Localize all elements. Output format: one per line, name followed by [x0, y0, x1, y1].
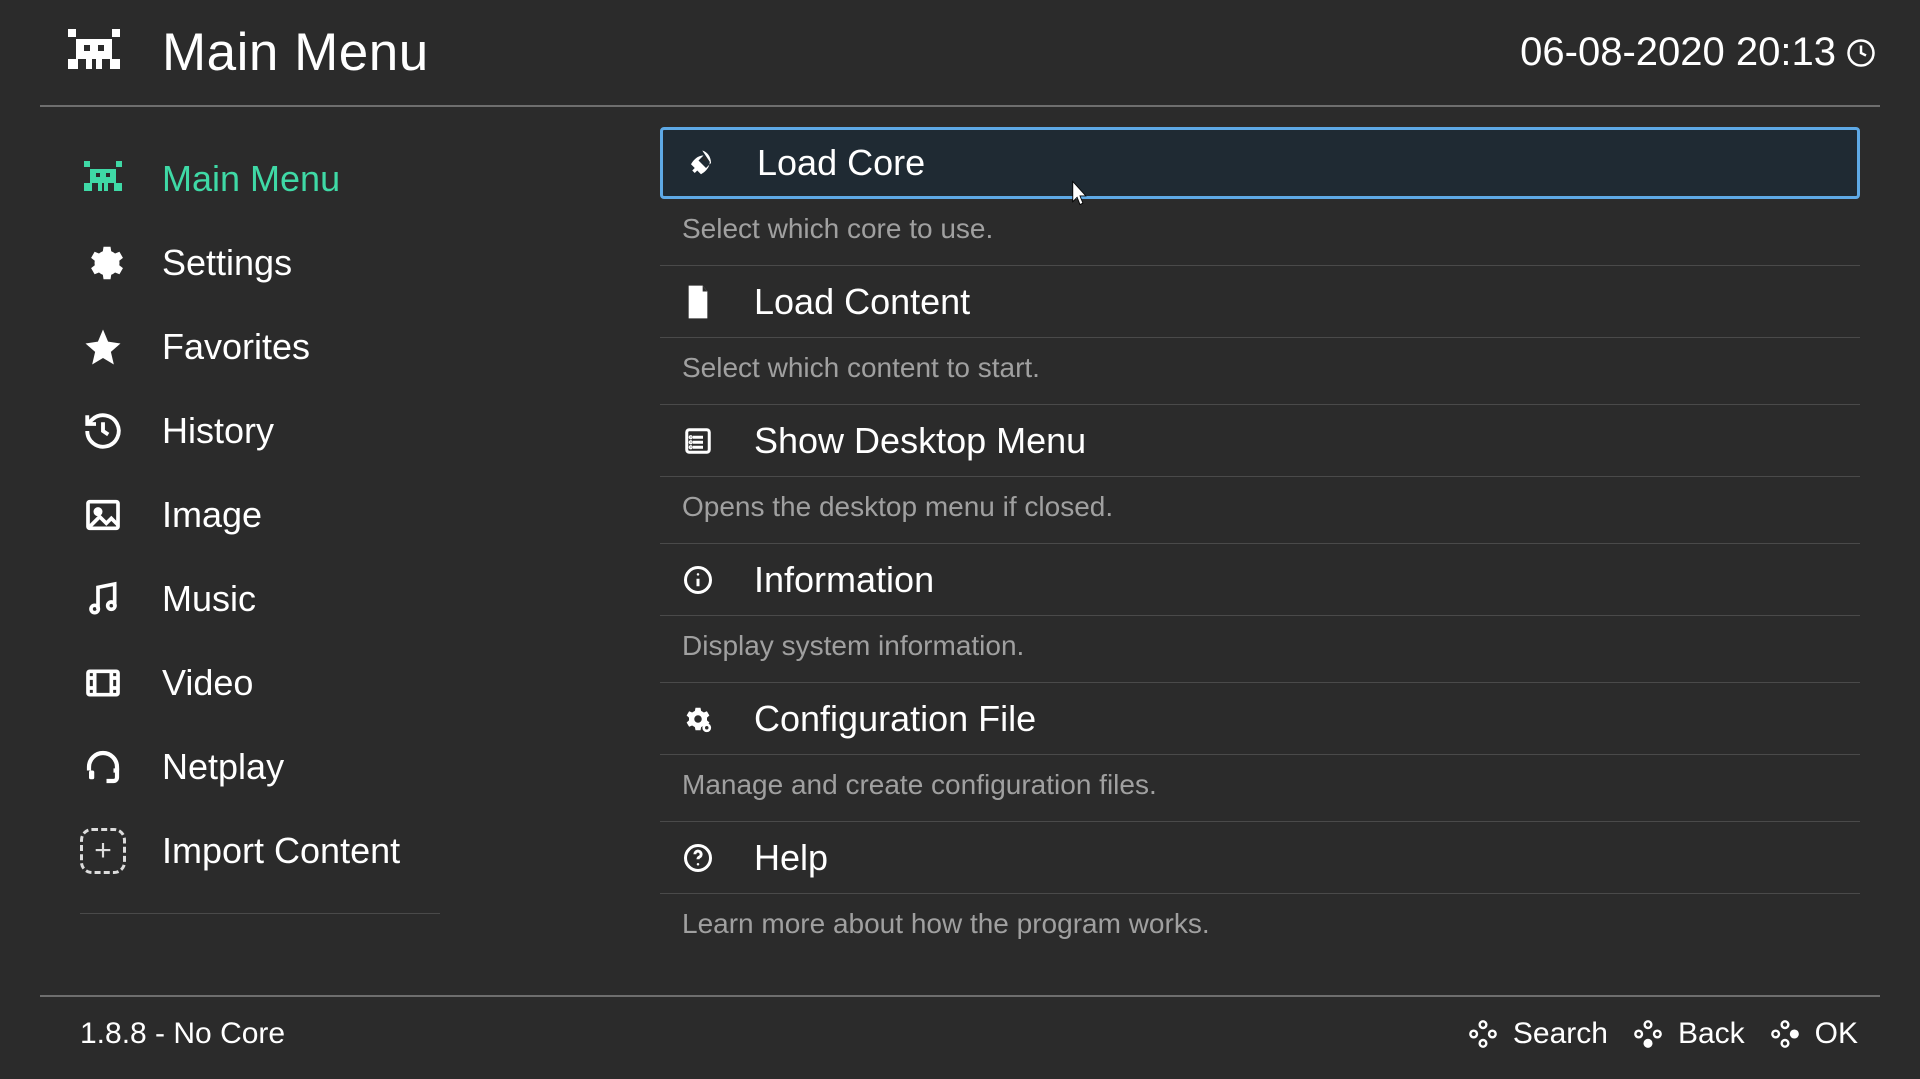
menu-item-desc: Learn more about how the program works.: [660, 894, 1860, 960]
menu-item-label: Show Desktop Menu: [754, 420, 1086, 462]
sidebar-item-image[interactable]: Image: [80, 473, 560, 557]
sidebar-item-history[interactable]: History: [80, 389, 560, 473]
star-icon: [80, 324, 126, 370]
sidebar-item-settings[interactable]: Settings: [80, 221, 560, 305]
footer-button-label: Search: [1513, 1017, 1608, 1051]
menu-item-information[interactable]: Information: [660, 544, 1860, 616]
body: Main Menu Settings Favorites: [0, 107, 1920, 976]
menu-item-label: Configuration File: [754, 698, 1036, 740]
sidebar-item-label: Music: [162, 578, 256, 620]
footer-divider: [40, 995, 1880, 997]
menu-item-label: Help: [754, 837, 828, 879]
gear-small-icon: [682, 703, 714, 735]
music-icon: [80, 576, 126, 622]
sidebar-item-netplay[interactable]: Netplay: [80, 725, 560, 809]
menu-item-desc: Select which core to use.: [660, 199, 1860, 266]
footer-button-label: Back: [1678, 1017, 1745, 1051]
menu-item-desc: Select which content to start.: [660, 338, 1860, 405]
menu-item-configuration-file[interactable]: Configuration File: [660, 683, 1860, 755]
header-left: Main Menu: [62, 22, 429, 83]
sidebar-item-label: Import Content: [162, 830, 400, 872]
menu-item-desc: Display system information.: [660, 616, 1860, 683]
footer-button-search[interactable]: Search: [1467, 1017, 1608, 1051]
sidebar-item-label: History: [162, 410, 274, 452]
header-datetime: 06-08-2020 20:13: [1520, 30, 1876, 75]
sidebar-item-label: Favorites: [162, 326, 310, 368]
sidebar-item-import-content[interactable]: + Import Content: [80, 809, 560, 893]
sidebar-item-label: Netplay: [162, 746, 284, 788]
menu-item-help[interactable]: Help: [660, 822, 1860, 894]
menu-item-label: Information: [754, 559, 934, 601]
app-logo-icon: [62, 29, 126, 77]
gear-icon: [80, 240, 126, 286]
plus-dashed-icon: +: [80, 828, 126, 874]
video-icon: [80, 660, 126, 706]
menu-item-load-core[interactable]: Load Core: [660, 127, 1860, 199]
menu-item-show-desktop-menu[interactable]: Show Desktop Menu: [660, 405, 1860, 477]
info-icon: [682, 564, 714, 596]
dpad-icon: [1769, 1018, 1801, 1050]
status-text: 1.8.8 - No Core: [80, 1017, 285, 1051]
sidebar-item-label: Settings: [162, 242, 292, 284]
menu-item-desc: Opens the desktop menu if closed.: [660, 477, 1860, 544]
menu-item-label: Load Core: [757, 142, 925, 184]
footer: 1.8.8 - No Core Search Back: [0, 995, 1920, 1079]
image-icon: [80, 492, 126, 538]
sidebar-item-label: Video: [162, 662, 253, 704]
sidebar-item-main-menu[interactable]: Main Menu: [80, 137, 560, 221]
header: Main Menu 06-08-2020 20:13: [0, 0, 1920, 105]
sidebar-item-label: Main Menu: [162, 158, 340, 200]
clock-icon: [1846, 38, 1876, 68]
datetime-text: 06-08-2020 20:13: [1520, 30, 1836, 75]
rocket-icon: [685, 147, 717, 179]
footer-button-back[interactable]: Back: [1632, 1017, 1745, 1051]
sidebar-item-label: Image: [162, 494, 262, 536]
invader-icon: [80, 156, 126, 202]
file-icon: [682, 286, 714, 318]
history-icon: [80, 408, 126, 454]
sidebar-item-music[interactable]: Music: [80, 557, 560, 641]
sidebar-divider: [80, 913, 440, 914]
sidebar-item-favorites[interactable]: Favorites: [80, 305, 560, 389]
dpad-icon: [1467, 1018, 1499, 1050]
menu-item-load-content[interactable]: Load Content: [660, 266, 1860, 338]
footer-button-ok[interactable]: OK: [1769, 1017, 1858, 1051]
dpad-icon: [1632, 1018, 1664, 1050]
menu-item-label: Load Content: [754, 281, 970, 323]
sidebar: Main Menu Settings Favorites: [40, 107, 560, 976]
footer-buttons: Search Back OK: [1467, 1017, 1858, 1051]
menu-item-desc: Manage and create configuration files.: [660, 755, 1860, 822]
page-title: Main Menu: [162, 22, 429, 83]
main-list: Load Core Select which core to use. Load…: [560, 107, 1920, 976]
list-box-icon: [682, 425, 714, 457]
footer-button-label: OK: [1815, 1017, 1858, 1051]
headset-icon: [80, 744, 126, 790]
sidebar-item-video[interactable]: Video: [80, 641, 560, 725]
help-icon: [682, 842, 714, 874]
